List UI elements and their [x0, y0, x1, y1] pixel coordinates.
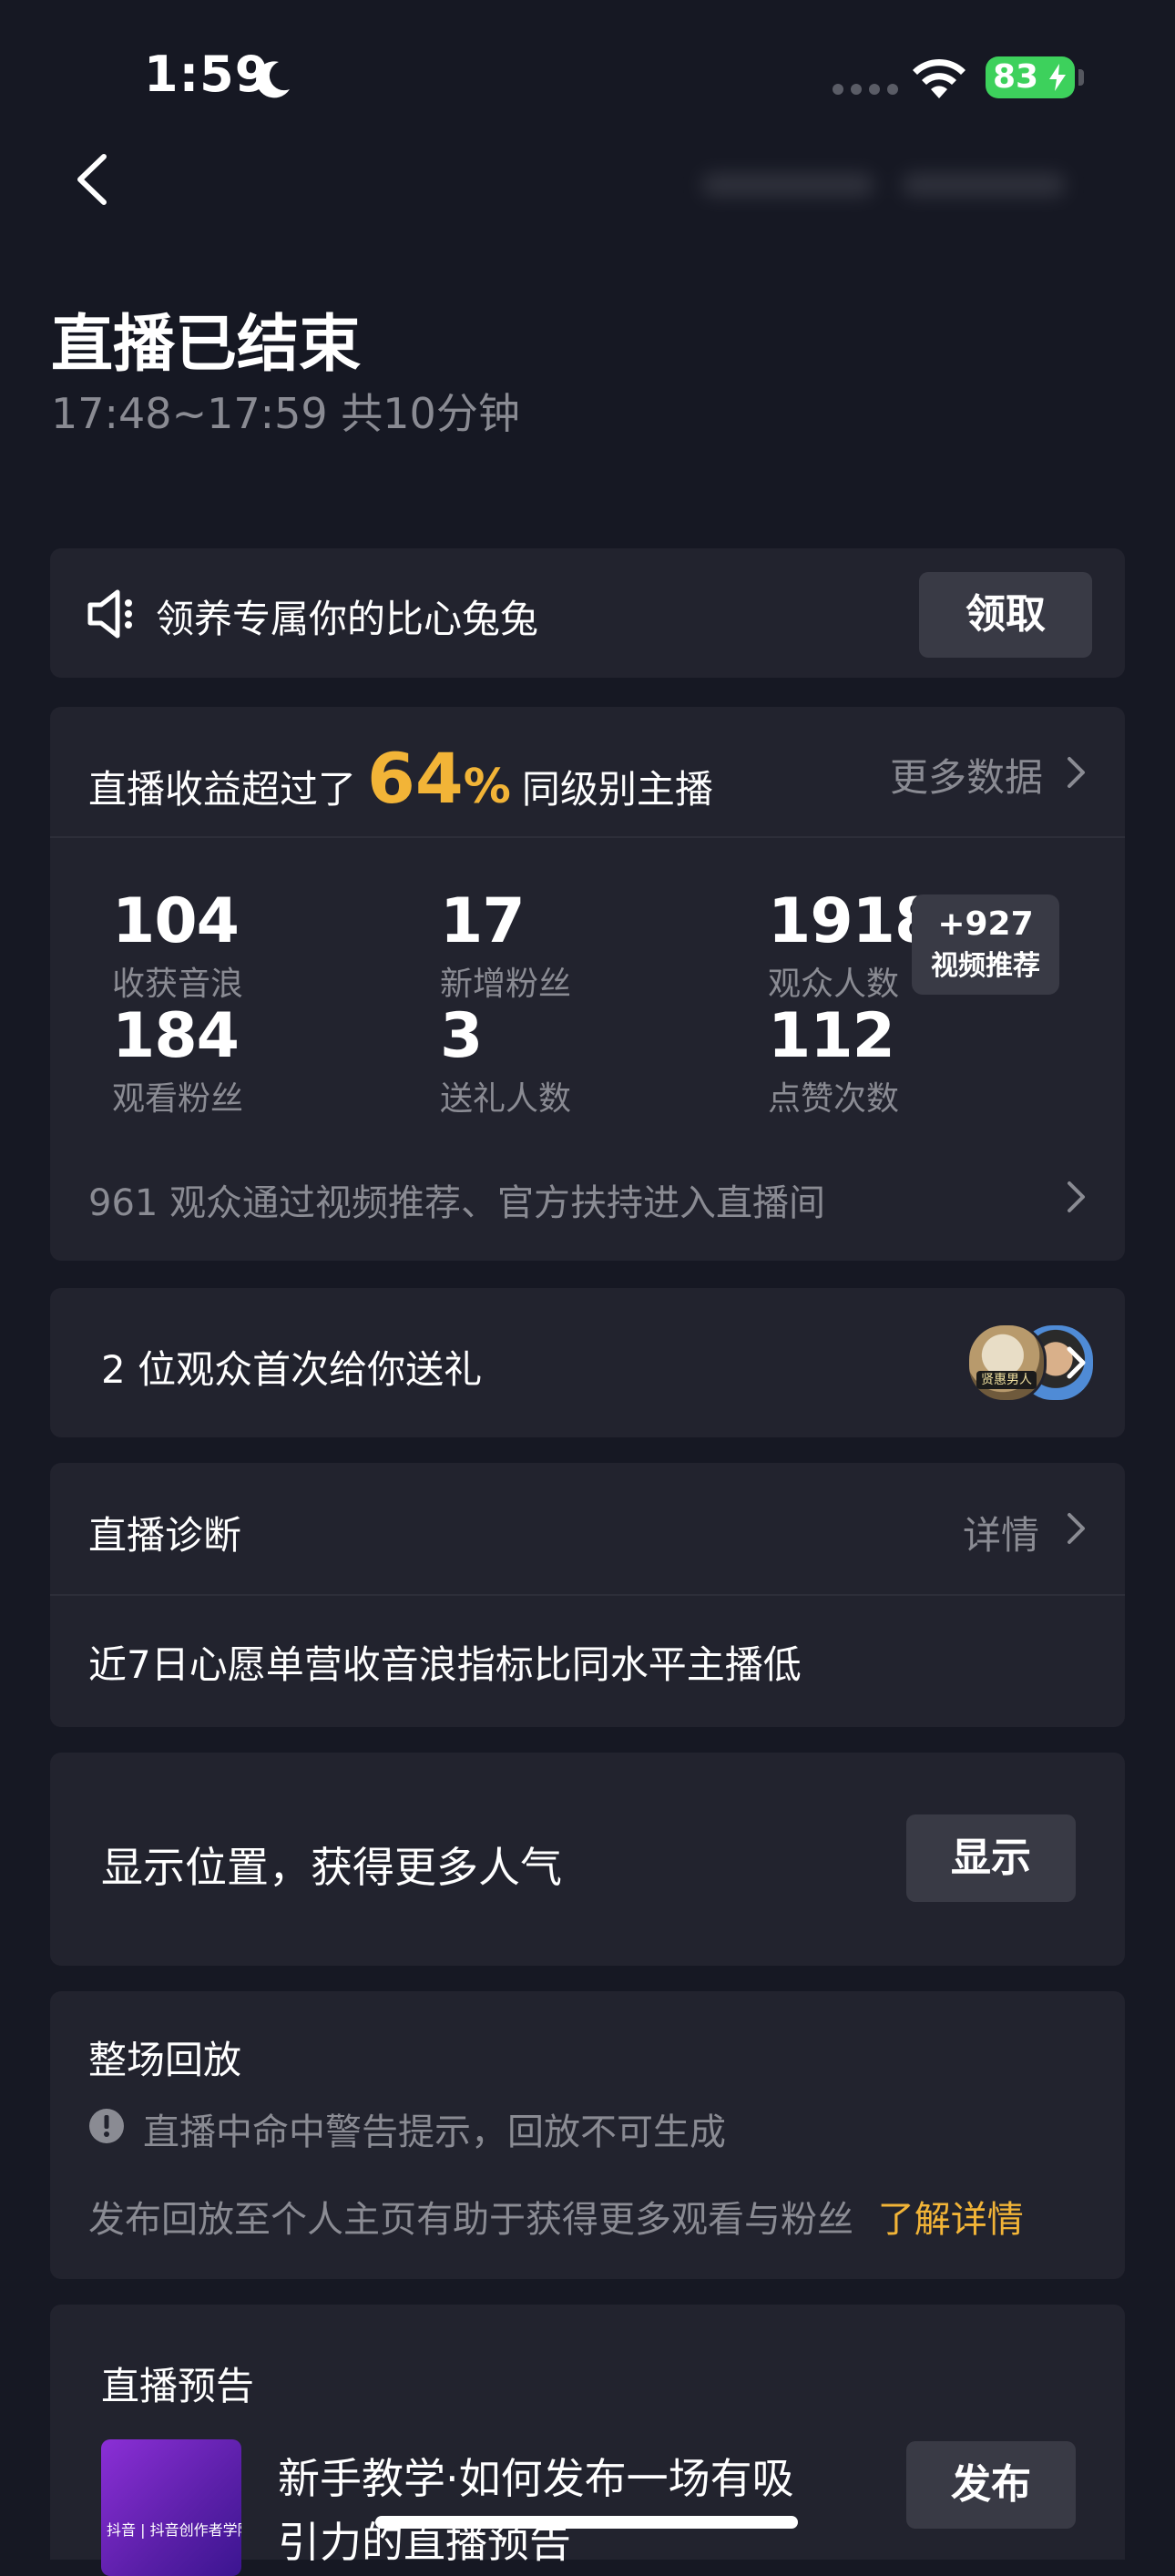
claim-button[interactable]: 领取 [919, 572, 1092, 658]
moon-icon [256, 61, 290, 98]
preview-course-title[interactable]: 新手教学·如何发布一场有吸 引力的直播预告 [278, 2447, 794, 2574]
learn-more-link[interactable]: 了解详情 [878, 2199, 1024, 2241]
badge-label: 视频推荐 [931, 950, 1040, 982]
session-time-range: 17:48~17:59 共10分钟 [51, 389, 520, 438]
chevron-right-icon [1068, 1181, 1085, 1212]
replay-description: 发布回放至个人主页有助于获得更多观看与粉丝 了解详情 [88, 2190, 1024, 2243]
stat-value: 104 [112, 885, 240, 957]
promo-card: 领养专属你的比心兔兔 领取 [50, 548, 1125, 678]
page-title: 直播已结束 [51, 309, 362, 381]
stat-value: 3 [440, 1000, 483, 1072]
charging-bolt-icon [1049, 64, 1066, 91]
more-data-link[interactable]: 更多数据 [890, 747, 1043, 802]
battery-indicator: 83 [986, 56, 1084, 98]
chevron-right-icon [1068, 1513, 1085, 1544]
stat-item: 104 收获音浪 [112, 885, 243, 1005]
stat-item: 3 送礼人数 [440, 1000, 571, 1119]
stat-label: 送礼人数 [440, 1080, 572, 1118]
badge-value: +927 [937, 905, 1034, 943]
stat-label: 观看粉丝 [112, 1080, 244, 1118]
location-card: 显示位置，获得更多人气 显示 [50, 1753, 1125, 1966]
avatar-label: 贤惠男人 [976, 1371, 1037, 1389]
thumbnail-label: 抖音 | 抖音创作者学院 [107, 2521, 241, 2539]
preview-line-1: 新手教学·如何发布一场有吸 [278, 2454, 794, 2503]
diagnosis-detail-link[interactable]: 详情 [963, 1505, 1039, 1560]
avatar: 贤惠男人 [966, 1323, 1047, 1403]
earnings-percent: 64 [367, 738, 464, 819]
promo-text: 领养专属你的比心兔兔 [156, 597, 539, 641]
publish-button[interactable]: 发布 [906, 2441, 1076, 2529]
diagnosis-message: 近7日心愿单营收音浪指标比同水平主播低 [88, 1642, 802, 1687]
stat-label: 点赞次数 [768, 1080, 900, 1118]
diagnosis-card: 直播诊断 详情 近7日心愿单营收音浪指标比同水平主播低 [50, 1463, 1125, 1727]
earnings-suffix: 同级别主播 [521, 767, 713, 812]
replay-warning: 直播中命中警告提示，回放不可生成 [143, 2111, 726, 2153]
wifi-icon [913, 58, 966, 98]
location-text: 显示位置，获得更多人气 [101, 1843, 562, 1892]
chevron-right-icon [1068, 757, 1085, 788]
first-gift-card[interactable]: 2 位观众首次给你送礼 贤惠男人 [50, 1288, 1125, 1437]
warning-icon [89, 2109, 124, 2143]
show-location-button[interactable]: 显示 [906, 1814, 1076, 1902]
earnings-prefix: 直播收益超过了 [88, 767, 357, 812]
back-arrow-icon[interactable] [73, 151, 109, 208]
cellular-signal-icon [833, 84, 898, 95]
preview-thumbnail[interactable]: 抖音 | 抖音创作者学院 [101, 2439, 241, 2576]
stat-value: 184 [112, 1000, 240, 1072]
speaker-icon [87, 589, 132, 639]
stat-item: 17 新增粉丝 [440, 885, 571, 1005]
battery-level: 83 [993, 58, 1039, 96]
earnings-card: 直播收益超过了 64 % 同级别主播 更多数据 104 收获音浪 17 新增粉丝… [50, 707, 1125, 1261]
replay-card: 整场回放 直播中命中警告提示，回放不可生成 发布回放至个人主页有助于获得更多观看… [50, 1991, 1125, 2279]
earnings-percent-sign: % [463, 760, 511, 814]
stat-label: 收获音浪 [112, 966, 244, 1003]
first-gift-text: 2 位观众首次给你送礼 [101, 1347, 483, 1392]
video-recommend-badge: +927 视频推荐 [912, 894, 1059, 995]
stat-value: 17 [440, 885, 526, 957]
earnings-headline: 直播收益超过了 64 % 同级别主播 [88, 738, 713, 819]
diagnosis-title: 直播诊断 [88, 1513, 242, 1558]
home-indicator[interactable] [375, 2516, 798, 2529]
traffic-footnote[interactable]: 961 观众通过视频推荐、官方扶持进入直播间 [88, 1173, 825, 1226]
stat-item: 184 观看粉丝 [112, 1000, 243, 1119]
chevron-right-icon [1067, 1346, 1086, 1379]
stat-label: 新增粉丝 [440, 966, 572, 1003]
replay-desc-text: 发布回放至个人主页有助于获得更多观看与粉丝 [88, 2199, 853, 2241]
replay-title: 整场回放 [88, 2038, 242, 2082]
blurred-header-content [701, 173, 1102, 228]
stat-item: 112 点赞次数 [768, 1000, 899, 1119]
preview-title: 直播预告 [101, 2364, 255, 2408]
stat-value: 112 [768, 1000, 895, 1072]
